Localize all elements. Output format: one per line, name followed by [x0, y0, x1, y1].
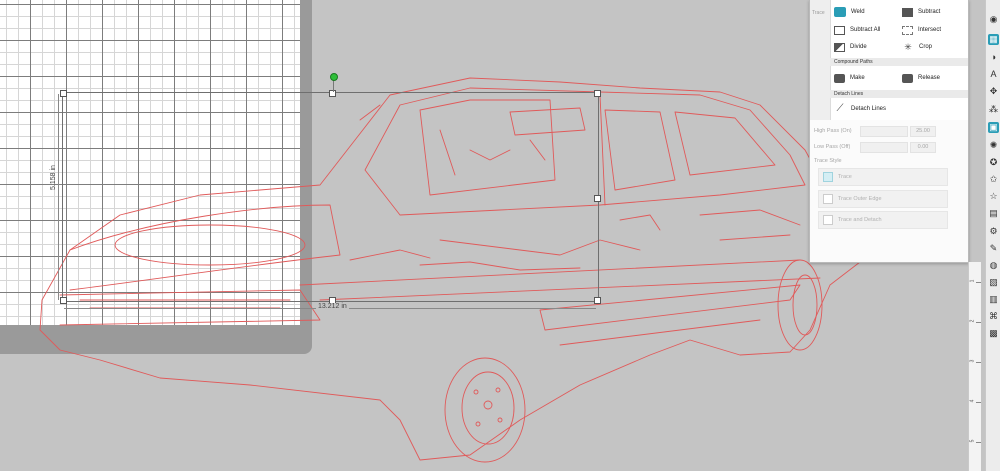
detach-lines-button[interactable]: ⟋ Detach Lines	[834, 101, 887, 117]
subtract-label: Subtract	[918, 9, 941, 15]
ruler-tick	[976, 362, 981, 363]
ruler-label: 2	[969, 319, 976, 323]
right-toolbar: ◉ ▦ ◑ A ✥ ⁂ ▣ ✺ ✪ ✩ ☆ ▤ ⚙ ✎ ◍ ▧ ▥ ⌘ ▩	[985, 0, 1000, 471]
vertical-ruler: 1 2 3 4 5	[968, 262, 981, 471]
intersect-icon	[902, 25, 913, 35]
resize-handle-bottom-left[interactable]	[60, 297, 67, 304]
subtract-icon	[902, 7, 913, 17]
trace-button-label: Trace	[838, 174, 852, 180]
ruler-tick	[976, 322, 981, 323]
resize-handle-right[interactable]	[594, 195, 601, 202]
trace-icon	[823, 172, 833, 182]
trace-and-detach-button[interactable]: Trace and Detach	[818, 211, 948, 229]
high-pass-label: High Pass (On)	[814, 128, 852, 134]
trace-outer-edge-label: Trace Outer Edge	[838, 196, 882, 202]
sketch-icon[interactable]: ✎	[988, 243, 999, 254]
weld-label: Weld	[851, 9, 865, 15]
low-pass-value[interactable]: 0.00	[910, 142, 936, 153]
selection-bounding-box[interactable]	[60, 90, 601, 304]
high-pass-slider[interactable]	[860, 126, 908, 137]
width-dimension-label: 13.212 in	[316, 303, 349, 310]
subtract-all-label: Subtract All	[850, 27, 881, 33]
shapes-icon[interactable]: ◉	[988, 14, 999, 25]
crop-button[interactable]: ✳ Crop	[902, 39, 932, 55]
intersect-button[interactable]: Intersect	[902, 22, 941, 38]
weld-icon	[834, 7, 846, 17]
star-outline-icon[interactable]: ☆	[988, 191, 999, 202]
high-pass-value[interactable]: 25.00	[910, 126, 936, 137]
divide-button[interactable]: Divide	[834, 39, 867, 55]
subtract-all-icon	[834, 25, 845, 35]
pattern-icon[interactable]: ▩	[988, 328, 999, 339]
layers-icon[interactable]: ▤	[988, 208, 999, 219]
tab-text-trace: Trace	[812, 10, 825, 16]
weld-button[interactable]: Weld	[834, 4, 865, 20]
resize-handle-top-right[interactable]	[594, 90, 601, 97]
text-icon[interactable]: A	[988, 68, 999, 79]
crop-icon: ✳	[904, 42, 912, 52]
modify-panel: High Pass (On) 25.00 Low Pass (Off) 0.00…	[809, 0, 969, 263]
ab-icon[interactable]: ⌘	[988, 311, 999, 322]
make-compound-label: Make	[850, 75, 865, 81]
release-compound-icon	[902, 73, 913, 83]
trace-outer-edge-button[interactable]: Trace Outer Edge	[818, 190, 948, 208]
trace-panel-background: High Pass (On) 25.00 Low Pass (Off) 0.00…	[810, 120, 968, 262]
release-compound-label: Release	[918, 75, 941, 81]
detach-lines-icon: ⟋	[836, 103, 844, 114]
trace-and-detach-label: Trace and Detach	[838, 217, 882, 223]
panel-side-tab: Trace	[810, 0, 831, 120]
resize-handle-top-left[interactable]	[60, 90, 67, 97]
trace-and-detach-icon	[823, 215, 833, 225]
modify-icon[interactable]: ▣	[988, 122, 999, 133]
globe-icon[interactable]: ◍	[988, 260, 999, 271]
ruler-label: 3	[969, 359, 976, 363]
gear-icon[interactable]: ⚙	[988, 226, 999, 237]
fill-icon[interactable]: ◑	[988, 51, 999, 62]
height-dimension-label: 5.158 in	[50, 165, 57, 190]
ruler-label: 4	[969, 399, 976, 403]
grid-icon[interactable]: ▦	[988, 34, 999, 45]
rotate-handle[interactable]	[330, 73, 338, 81]
ruler-label: 1	[969, 279, 976, 283]
crop-label: Crop	[919, 44, 933, 50]
star-icon[interactable]: ✺	[988, 140, 999, 151]
page-icon[interactable]: ▥	[988, 294, 999, 305]
ruler-label: 5	[969, 439, 976, 443]
ruler-tick	[976, 402, 981, 403]
detach-lines-label: Detach Lines	[851, 106, 887, 112]
ruler-tick	[976, 282, 981, 283]
trace-style-header: Trace Style	[814, 158, 842, 164]
make-compound-icon	[834, 73, 845, 83]
offset-icon[interactable]: ✩	[988, 174, 999, 185]
book-icon[interactable]: ▧	[988, 277, 999, 288]
divide-label: Divide	[850, 44, 867, 50]
make-compound-button[interactable]: Make	[834, 70, 865, 86]
library-icon[interactable]: ✪	[988, 157, 999, 168]
height-dimension-line	[58, 94, 59, 300]
low-pass-label: Low Pass (Off)	[814, 144, 851, 150]
ruler-tick	[976, 442, 981, 443]
subtract-button[interactable]: Subtract	[902, 4, 940, 20]
intersect-label: Intersect	[918, 27, 942, 33]
release-compound-button[interactable]: Release	[902, 70, 940, 86]
replicate-icon[interactable]: ⁂	[988, 104, 999, 115]
subtract-all-button[interactable]: Subtract All	[834, 22, 880, 38]
low-pass-slider[interactable]	[860, 142, 908, 153]
divide-icon	[834, 42, 845, 52]
transform-icon[interactable]: ✥	[988, 86, 999, 97]
modify-panel-content: Trace Weld Subtract Subtract All Interse…	[810, 0, 968, 120]
detach-lines-header: Detach Lines	[830, 90, 968, 98]
trace-outer-edge-icon	[823, 194, 833, 204]
resize-handle-bottom-right[interactable]	[594, 297, 601, 304]
compound-paths-header: Compound Paths	[830, 58, 968, 66]
trace-button[interactable]: Trace	[818, 168, 948, 186]
